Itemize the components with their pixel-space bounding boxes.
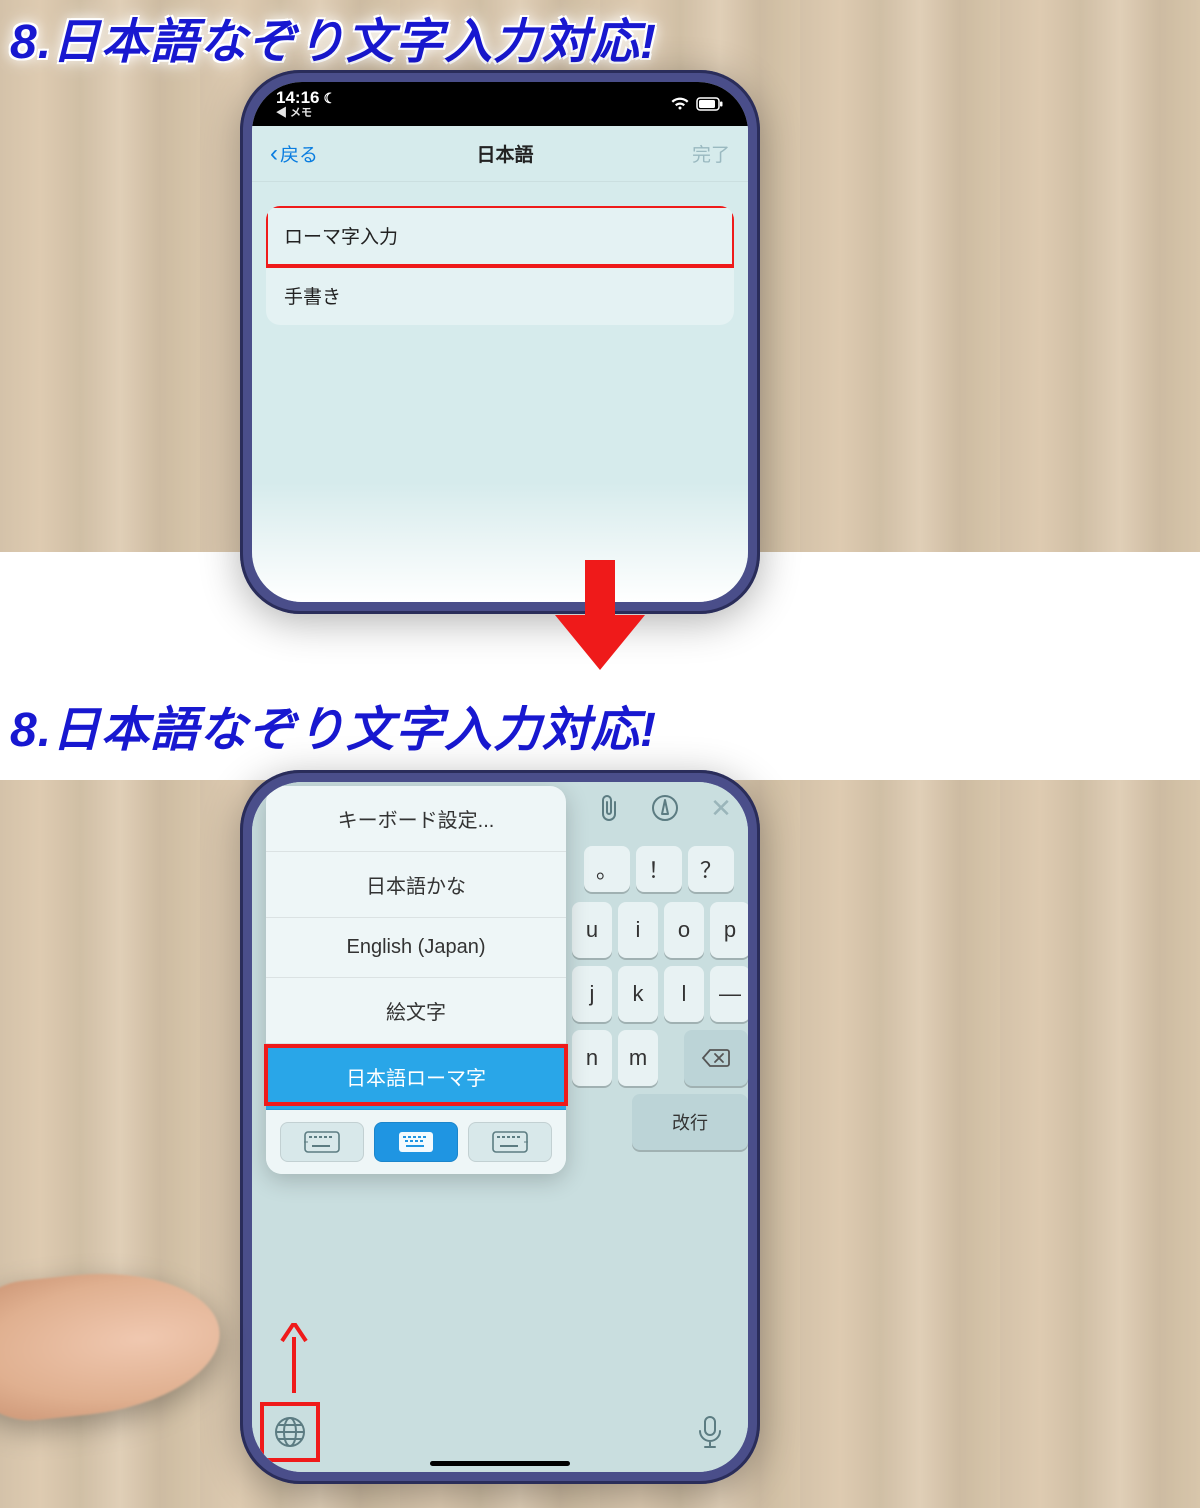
wifi-icon xyxy=(670,97,690,111)
popup-item-settings[interactable]: キーボード設定... xyxy=(266,786,566,852)
popup-item-emoji[interactable]: 絵文字 xyxy=(266,978,566,1044)
highlight-romaji xyxy=(264,1044,568,1106)
backspace-icon xyxy=(701,1048,731,1068)
key-m[interactable]: m xyxy=(618,1030,658,1086)
key-u[interactable]: u xyxy=(572,902,612,958)
key-punct-0[interactable]: 。 xyxy=(584,846,630,892)
highlight-globe xyxy=(260,1402,320,1462)
popup-item-english[interactable]: English (Japan) xyxy=(266,918,566,978)
key-backspace[interactable] xyxy=(684,1030,748,1086)
keyboard-area: ✕ 。 ！ ？ u i o p j k l — n m 改行 キーボード設定..… xyxy=(252,782,748,1472)
nav-done-button[interactable]: 完了 xyxy=(692,140,730,167)
key-j[interactable]: j xyxy=(572,966,612,1022)
list-item-romaji[interactable]: ローマ字入力 xyxy=(266,206,734,266)
status-back-app[interactable]: ◀ メモ xyxy=(276,108,312,119)
arrow-up-icon xyxy=(280,1323,308,1398)
mode-left-button[interactable] xyxy=(280,1122,364,1162)
key-return[interactable]: 改行 xyxy=(632,1094,748,1150)
popup-item-kana[interactable]: 日本語かな xyxy=(266,852,566,918)
status-time: 14:16 xyxy=(276,89,319,106)
key-punct-2[interactable]: ？ xyxy=(688,846,734,892)
key-i[interactable]: i xyxy=(618,902,658,958)
key-p[interactable]: p xyxy=(710,902,748,958)
key-punct-1[interactable]: ！ xyxy=(636,846,682,892)
keyboard-mode-row xyxy=(266,1110,566,1174)
nav-bar: ‹戻る 日本語 完了 xyxy=(252,126,748,182)
down-arrow-icon xyxy=(555,560,645,675)
key-k[interactable]: k xyxy=(618,966,658,1022)
nav-back-button[interactable]: ‹戻る xyxy=(270,140,318,168)
key-n[interactable]: n xyxy=(572,1030,612,1086)
mode-right-button[interactable] xyxy=(468,1122,552,1162)
caption-top: 8.日本語なぞり文字入力対応! xyxy=(10,2,657,72)
home-indicator xyxy=(430,1461,570,1466)
key-l[interactable]: l xyxy=(664,966,704,1022)
mic-button[interactable] xyxy=(688,1410,732,1454)
mode-center-button[interactable] xyxy=(374,1122,458,1162)
battery-icon xyxy=(696,97,724,111)
notch xyxy=(420,82,580,110)
list-item-handwriting[interactable]: 手書き xyxy=(266,266,734,325)
key-dash[interactable]: — xyxy=(710,966,748,1022)
keyboard-switcher-popup: キーボード設定... 日本語かな English (Japan) 絵文字 日本語… xyxy=(266,786,566,1174)
dnd-moon-icon: ☾ xyxy=(323,91,336,105)
attachment-icon[interactable] xyxy=(594,793,624,823)
caption-bottom: 8.日本語なぞり文字入力対応! xyxy=(10,690,657,760)
key-o[interactable]: o xyxy=(664,902,704,958)
mic-icon xyxy=(697,1415,723,1449)
keyboard-type-list: ローマ字入力 手書き xyxy=(266,206,734,325)
close-icon[interactable]: ✕ xyxy=(706,793,736,823)
chevron-left-icon: ‹ xyxy=(270,140,278,168)
phone-top: 14:16 ☾ ◀ メモ ‹戻る 日本語 完了 ローマ字入力 手書き xyxy=(240,70,760,614)
fade xyxy=(252,482,748,602)
markup-icon[interactable] xyxy=(650,793,680,823)
phone-bottom: ✕ 。 ！ ？ u i o p j k l — n m 改行 キーボード設定..… xyxy=(240,770,760,1484)
nav-title: 日本語 xyxy=(476,140,533,167)
